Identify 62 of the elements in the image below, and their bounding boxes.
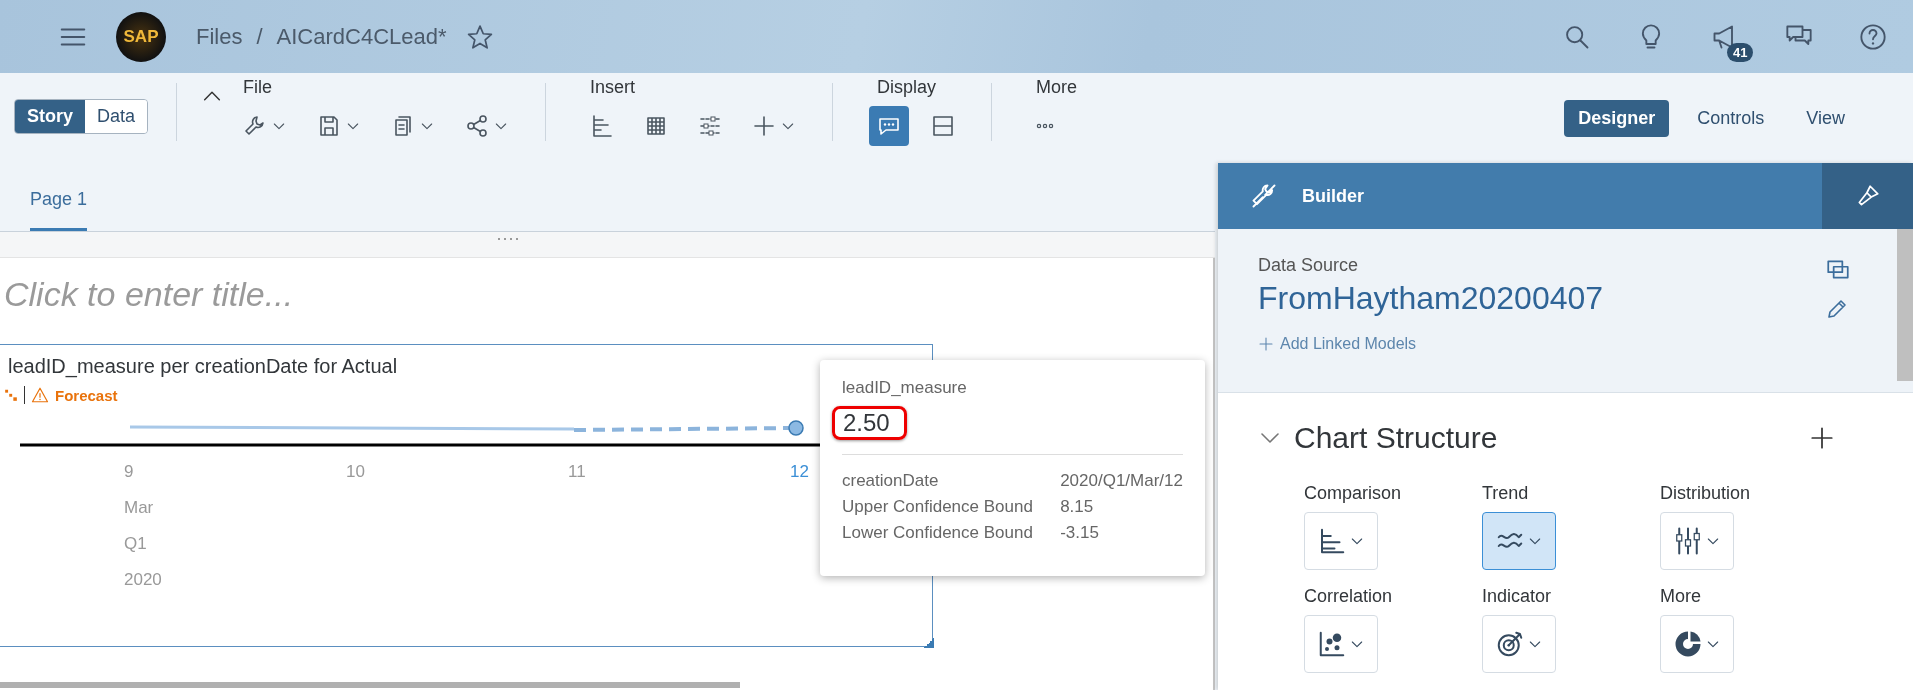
breadcrumb-link[interactable]: Files — [196, 23, 243, 50]
chart-type-label: Indicator — [1482, 586, 1552, 607]
chart-type-label: Correlation — [1304, 586, 1393, 607]
chart-type-button[interactable] — [1482, 512, 1556, 570]
breadcrumb-separator: / — [256, 23, 263, 50]
tooltip-value: 2.50 — [843, 409, 890, 436]
warning-icon — [31, 386, 49, 404]
notification-badge: 41 — [1727, 42, 1754, 62]
plus-icon — [752, 114, 777, 138]
axis-label: Mar — [124, 498, 154, 518]
box-plot-icon — [1673, 526, 1703, 556]
add-button[interactable] — [1809, 425, 1835, 451]
group-title: Display — [877, 77, 938, 98]
chart-type-label: Comparison — [1304, 483, 1402, 504]
star-icon — [466, 23, 493, 50]
group-title: Insert — [590, 77, 637, 98]
field-label: Data Source — [1258, 255, 1359, 276]
forecast-label: Forecast — [55, 386, 118, 404]
view-tab[interactable]: View — [1792, 100, 1859, 137]
axis-label: 2020 — [124, 570, 162, 590]
add-models-link[interactable]: Add Linked Models — [1258, 335, 1417, 353]
share-icon — [465, 114, 490, 138]
target-icon — [1495, 629, 1525, 659]
plus-icon — [1258, 336, 1274, 352]
donut-icon — [1673, 629, 1703, 659]
pencil-icon — [1825, 297, 1849, 321]
section-title: Chart Structure — [1294, 421, 1498, 455]
plus-icon — [1809, 425, 1835, 451]
chart-type-label: Distribution — [1660, 483, 1751, 504]
title-field[interactable]: Click to enter title... — [0, 258, 704, 320]
drag-handle[interactable] — [495, 237, 520, 241]
scrollbar[interactable] — [1897, 229, 1913, 381]
tooltip-value: 2020/Q1/Mar/12 — [1060, 471, 1183, 491]
company-logo: SAP — [116, 11, 166, 62]
scatter-icon — [1317, 629, 1347, 659]
panel-title: Builder — [1302, 185, 1364, 207]
chart-type-label: More — [1660, 586, 1701, 607]
mode-tab[interactable]: Data — [85, 100, 148, 133]
sliders-icon — [698, 114, 723, 138]
layout-icon — [931, 114, 956, 138]
tooltip-value: -3.15 — [1060, 523, 1100, 543]
scrollbar[interactable] — [0, 682, 740, 688]
axis-label: 12 — [790, 462, 809, 482]
data-source-name: FromHaytham20200407 — [1258, 280, 1604, 317]
tooltip-value: 8.15 — [1060, 497, 1095, 517]
axis-label: 9 — [124, 462, 134, 482]
view-tab[interactable]: Designer — [1564, 100, 1670, 137]
story-title: AICardC4CLead* — [276, 23, 447, 50]
tools-icon — [1250, 182, 1278, 210]
view-tab[interactable]: Controls — [1683, 100, 1779, 137]
toolbar-button[interactable] — [869, 106, 910, 146]
axis-label: 11 — [568, 462, 586, 482]
axis-label: Q1 — [124, 534, 147, 554]
help-icon — [1859, 22, 1887, 51]
axis-label: 10 — [346, 462, 365, 482]
bar-chart-icon — [590, 114, 615, 138]
hierarchy-icon — [4, 388, 18, 402]
group-title: More — [1036, 77, 1078, 98]
chart-title: leadID_measure per creationDate for Actual — [7, 354, 399, 378]
group-title: File — [243, 77, 274, 98]
mode-tab[interactable]: Story — [15, 100, 85, 133]
chart-type-label: Trend — [1482, 483, 1529, 504]
